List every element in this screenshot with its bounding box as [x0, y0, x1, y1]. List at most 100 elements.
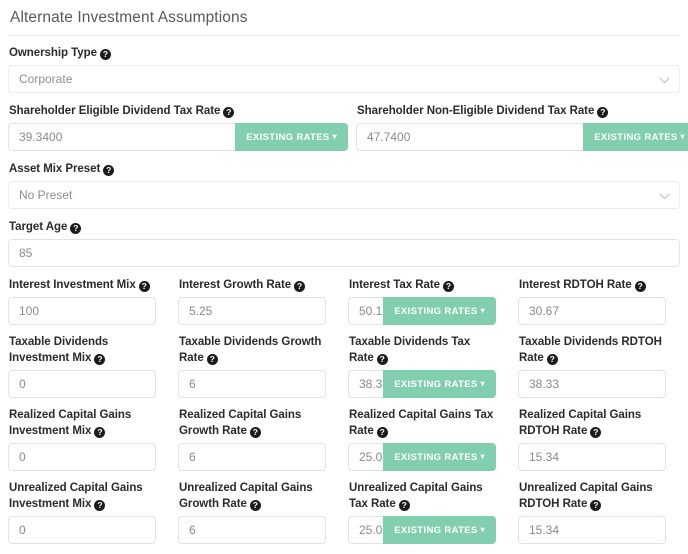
help-icon[interactable]: ?	[138, 281, 150, 292]
taxable-dividends-row: Taxable Dividends Investment Mix? 0 Taxa…	[8, 334, 680, 398]
field-shareholder-eligible-dividend-tax-rate: Shareholder Eligible Dividend Tax Rate? …	[8, 103, 348, 151]
unrealized-capital-gains-row: Unrealized Capital Gains Investment Mix?…	[8, 480, 680, 544]
realized-capital-gains-growth-rate-label: Realized Capital Gains Growth Rate?	[179, 407, 326, 439]
existing-rates-button-label: EXISTING RATES	[246, 132, 330, 143]
existing-rates-button[interactable]: EXISTING RATES ▾	[383, 370, 496, 398]
help-icon[interactable]: ?	[634, 281, 646, 292]
target-age-label: Target Age?	[9, 219, 680, 235]
caret-down-icon: ▾	[332, 132, 337, 141]
realized-capital-gains-rdtoh-rate-label-text: Realized Capital Gains RDTOH Rate	[519, 409, 642, 437]
interest-tax-rate-input[interactable]: 50.17	[348, 297, 384, 325]
realized-capital-gains-rdtoh-rate-input[interactable]: 15.34	[518, 443, 666, 471]
unrealized-capital-gains-investment-mix-label-text: Unrealized Capital Gains Investment Mix	[9, 482, 143, 510]
interest-rdtoh-rate-label-text: Interest RDTOH Rate	[519, 279, 632, 291]
unrealized-capital-gains-tax-rate-input[interactable]: 25.09	[348, 516, 384, 544]
help-icon[interactable]: ?	[442, 281, 454, 292]
existing-rates-button[interactable]: EXISTING RATES ▾	[383, 443, 496, 471]
existing-rates-button[interactable]: EXISTING RATES ▾	[383, 516, 496, 544]
help-icon[interactable]: ?	[294, 281, 306, 292]
taxable-dividends-growth-rate-input[interactable]: 6	[178, 370, 326, 398]
interest-growth-rate-input[interactable]: 5.25	[178, 297, 326, 325]
caret-down-icon: ▾	[480, 452, 485, 461]
help-icon[interactable]: ?	[376, 427, 388, 438]
field-realized-capital-gains-investment-mix: Realized Capital Gains Investment Mix? 0	[8, 407, 178, 471]
field-taxable-dividends-tax-rate: Taxable Dividends Tax Rate? 38.33 EXISTI…	[348, 334, 518, 398]
realized-capital-gains-investment-mix-label: Realized Capital Gains Investment Mix?	[9, 407, 156, 439]
chevron-down-icon[interactable]	[658, 66, 670, 92]
taxable-dividends-investment-mix-input[interactable]: 0	[8, 370, 156, 398]
existing-rates-button-label: EXISTING RATES	[394, 525, 478, 536]
taxable-dividends-investment-mix-label-text: Taxable Dividends Investment Mix	[9, 336, 109, 364]
taxable-dividends-tax-rate-input[interactable]: 38.33	[348, 370, 384, 398]
help-icon[interactable]: ?	[590, 500, 602, 511]
existing-rates-button-label: EXISTING RATES	[394, 306, 478, 317]
asset-mix-preset-label: Asset Mix Preset?	[9, 161, 680, 177]
field-realized-capital-gains-tax-rate: Realized Capital Gains Tax Rate? 25.09 E…	[348, 407, 518, 471]
taxable-dividends-growth-rate-label-text: Taxable Dividends Growth Rate	[179, 336, 322, 364]
taxable-dividends-rdtoh-rate-label-text: Taxable Dividends RDTOH Rate	[519, 336, 662, 364]
unrealized-capital-gains-rdtoh-rate-input[interactable]: 15.34	[518, 516, 666, 544]
ownership-type-label-text: Ownership Type	[9, 47, 97, 59]
help-icon[interactable]: ?	[94, 354, 106, 365]
taxable-dividends-tax-rate-label: Taxable Dividends Tax Rate?	[349, 334, 496, 366]
help-icon[interactable]: ?	[223, 107, 235, 118]
field-target-age: Target Age? 85	[8, 219, 680, 267]
interest-tax-rate-label: Interest Tax Rate?	[349, 277, 496, 293]
shareholder-eligible-dividend-tax-rate-group: 39.3400 EXISTING RATES ▾	[8, 123, 348, 151]
realized-capital-gains-growth-rate-input[interactable]: 6	[178, 443, 326, 471]
help-icon[interactable]: ?	[590, 427, 602, 438]
help-icon[interactable]: ?	[94, 500, 106, 511]
alternate-investment-assumptions-panel: Alternate Investment Assumptions Ownersh…	[0, 0, 688, 554]
target-age-input[interactable]: 85	[8, 239, 680, 267]
realized-capital-gains-tax-rate-input[interactable]: 25.09	[348, 443, 384, 471]
field-interest-rdtoh-rate: Interest RDTOH Rate? 30.67	[518, 277, 688, 325]
interest-rdtoh-rate-label: Interest RDTOH Rate?	[519, 277, 666, 293]
existing-rates-button[interactable]: EXISTING RATES ▾	[583, 123, 688, 151]
unrealized-capital-gains-growth-rate-input[interactable]: 6	[178, 516, 326, 544]
realized-capital-gains-tax-rate-group: 25.09 EXISTING RATES▾	[348, 443, 496, 471]
unrealized-capital-gains-tax-rate-label: Unrealized Capital Gains Tax Rate?	[349, 480, 496, 512]
unrealized-capital-gains-investment-mix-label: Unrealized Capital Gains Investment Mix?	[9, 480, 156, 512]
help-icon[interactable]: ?	[376, 354, 388, 365]
chevron-down-icon[interactable]	[658, 182, 670, 208]
shareholder-eligible-dividend-tax-rate-label-text: Shareholder Eligible Dividend Tax Rate	[9, 105, 221, 117]
existing-rates-button[interactable]: EXISTING RATES ▾	[383, 297, 496, 325]
taxable-dividends-tax-rate-label-text: Taxable Dividends Tax Rate	[349, 336, 471, 364]
interest-row: Interest Investment Mix? 100 Interest Gr…	[8, 277, 680, 325]
shareholder-non-eligible-dividend-tax-rate-group: 47.7400 EXISTING RATES ▾	[356, 123, 688, 151]
interest-rdtoh-rate-input[interactable]: 30.67	[518, 297, 666, 325]
shareholder-non-eligible-dividend-tax-rate-input[interactable]: 47.7400	[356, 123, 584, 151]
unrealized-capital-gains-investment-mix-input[interactable]: 0	[8, 516, 156, 544]
unrealized-capital-gains-rdtoh-rate-label-text: Unrealized Capital Gains RDTOH Rate	[519, 482, 653, 510]
realized-capital-gains-investment-mix-label-text: Realized Capital Gains Investment Mix	[9, 409, 132, 437]
interest-tax-rate-label-text: Interest Tax Rate	[349, 279, 440, 291]
help-icon[interactable]: ?	[249, 427, 261, 438]
help-icon[interactable]: ?	[546, 354, 558, 365]
help-icon[interactable]: ?	[70, 223, 82, 234]
realized-capital-gains-rdtoh-rate-label: Realized Capital Gains RDTOH Rate?	[519, 407, 666, 439]
realized-capital-gains-investment-mix-input[interactable]: 0	[8, 443, 156, 471]
shareholder-eligible-dividend-tax-rate-input[interactable]: 39.3400	[8, 123, 236, 151]
taxable-dividends-rdtoh-rate-input[interactable]: 38.33	[518, 370, 666, 398]
asset-mix-preset-label-text: Asset Mix Preset	[9, 163, 101, 175]
field-interest-tax-rate: Interest Tax Rate? 50.17 EXISTING RATES▾	[348, 277, 518, 325]
shareholder-non-eligible-dividend-tax-rate-label: Shareholder Non-Eligible Dividend Tax Ra…	[357, 103, 688, 119]
asset-mix-preset-value: No Preset	[19, 188, 73, 202]
ownership-type-select[interactable]: Corporate	[8, 65, 680, 93]
help-icon[interactable]: ?	[94, 427, 106, 438]
interest-investment-mix-input[interactable]: 100	[8, 297, 156, 325]
help-icon[interactable]: ?	[597, 107, 609, 118]
help-icon[interactable]: ?	[206, 354, 218, 365]
shareholder-eligible-dividend-tax-rate-label: Shareholder Eligible Dividend Tax Rate?	[9, 103, 348, 119]
help-icon[interactable]: ?	[99, 49, 111, 60]
asset-mix-preset-select[interactable]: No Preset	[8, 181, 680, 209]
caret-down-icon: ▾	[480, 379, 485, 388]
help-icon[interactable]: ?	[398, 500, 410, 511]
help-icon[interactable]: ?	[249, 500, 261, 511]
taxable-dividends-growth-rate-label: Taxable Dividends Growth Rate?	[179, 334, 326, 366]
field-taxable-dividends-investment-mix: Taxable Dividends Investment Mix? 0	[8, 334, 178, 398]
help-icon[interactable]: ?	[103, 165, 115, 176]
existing-rates-button[interactable]: EXISTING RATES ▾	[235, 123, 348, 151]
field-unrealized-capital-gains-tax-rate: Unrealized Capital Gains Tax Rate? 25.09…	[348, 480, 518, 544]
title-divider	[8, 35, 680, 36]
